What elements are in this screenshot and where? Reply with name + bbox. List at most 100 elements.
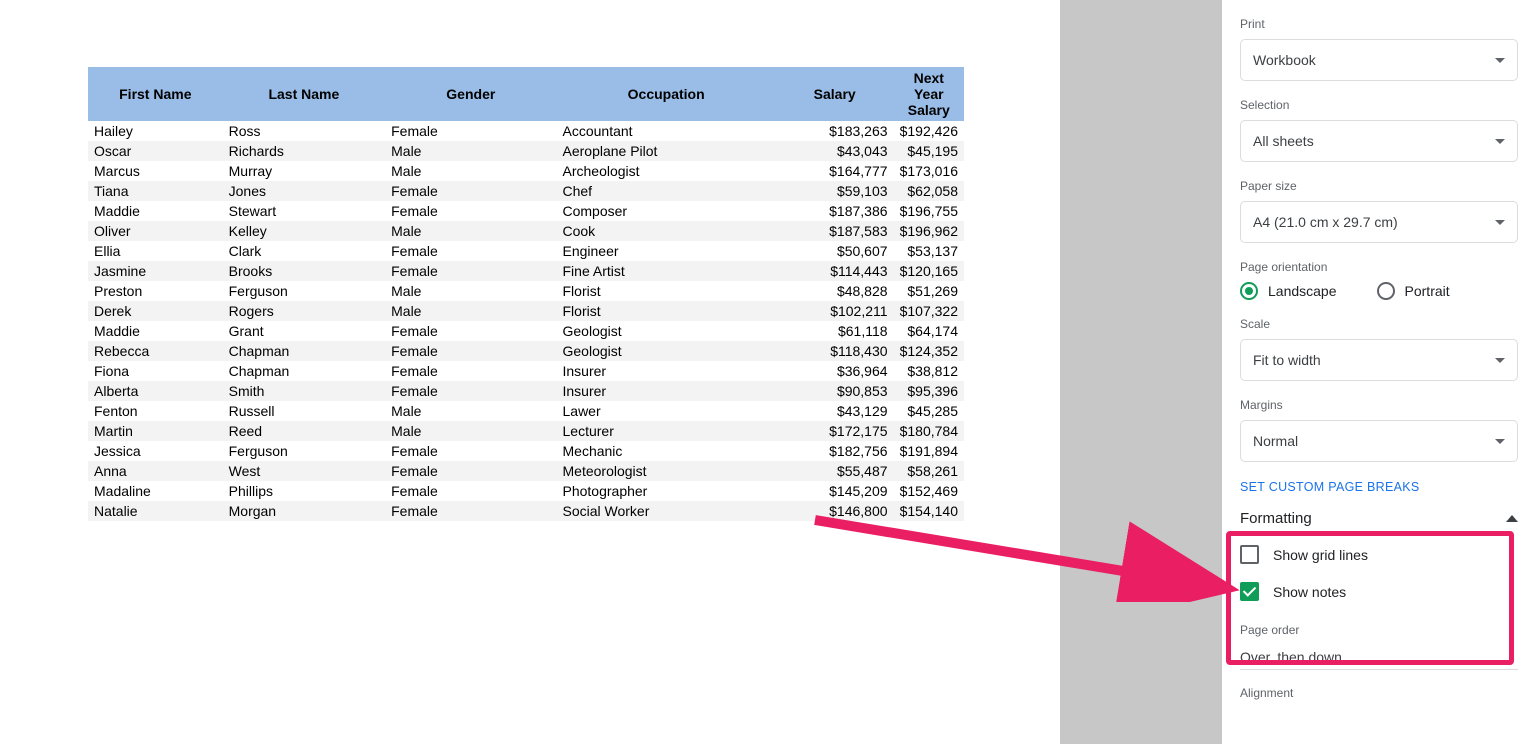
table-row: FionaChapmanFemaleInsurer$36,964$38,812 — [88, 361, 964, 381]
formatting-section-header[interactable]: Formatting — [1240, 510, 1518, 527]
table-cell: $53,137 — [894, 241, 964, 261]
table-cell: Grant — [223, 321, 386, 341]
radio-unchecked-icon — [1377, 282, 1395, 300]
orientation-portrait-radio[interactable]: Portrait — [1377, 282, 1450, 300]
table-cell: Rogers — [223, 301, 386, 321]
chevron-up-icon — [1506, 515, 1518, 522]
table-cell: Chapman — [223, 361, 386, 381]
alignment-label: Alignment — [1240, 686, 1518, 700]
table-cell: Geologist — [557, 321, 776, 341]
table-cell: Chef — [557, 181, 776, 201]
table-row: MaddieGrantFemaleGeologist$61,118$64,174 — [88, 321, 964, 341]
table-cell: Female — [385, 181, 556, 201]
table-cell: Derek — [88, 301, 223, 321]
table-cell: Phillips — [223, 481, 386, 501]
show-grid-lines-checkbox[interactable]: Show grid lines — [1240, 545, 1518, 564]
table-cell: Alberta — [88, 381, 223, 401]
table-row: MadalinePhillipsFemalePhotographer$145,2… — [88, 481, 964, 501]
margins-select[interactable]: Normal — [1240, 420, 1518, 462]
table-cell: Ross — [223, 121, 386, 141]
column-header: Occupation — [557, 67, 776, 121]
table-cell: Cook — [557, 221, 776, 241]
table-cell: Female — [385, 441, 556, 461]
table-cell: $64,174 — [894, 321, 964, 341]
table-cell: Male — [385, 141, 556, 161]
scale-value: Fit to width — [1253, 352, 1321, 368]
table-row: NatalieMorganFemaleSocial Worker$146,800… — [88, 501, 964, 521]
data-table: First NameLast NameGenderOccupationSalar… — [88, 67, 964, 521]
table-cell: Accountant — [557, 121, 776, 141]
table-cell: Female — [385, 201, 556, 221]
table-cell: Fine Artist — [557, 261, 776, 281]
dropdown-icon — [1495, 220, 1505, 225]
set-custom-page-breaks-link[interactable]: SET CUSTOM PAGE BREAKS — [1240, 480, 1518, 494]
table-cell: $45,285 — [894, 401, 964, 421]
margins-label: Margins — [1240, 398, 1518, 412]
radio-checked-icon — [1240, 282, 1258, 300]
table-cell: Female — [385, 241, 556, 261]
table-cell: Brooks — [223, 261, 386, 281]
table-cell: Female — [385, 481, 556, 501]
table-cell: Tiana — [88, 181, 223, 201]
table-cell: Female — [385, 361, 556, 381]
table-row: MartinReedMaleLecturer$172,175$180,784 — [88, 421, 964, 441]
orientation-landscape-radio[interactable]: Landscape — [1240, 282, 1337, 300]
table-cell: $114,443 — [776, 261, 894, 281]
table-cell: Oliver — [88, 221, 223, 241]
table-cell: Lawer — [557, 401, 776, 421]
table-cell: Murray — [223, 161, 386, 181]
table-cell: $36,964 — [776, 361, 894, 381]
table-cell: Male — [385, 421, 556, 441]
table-cell: Smith — [223, 381, 386, 401]
table-cell: $146,800 — [776, 501, 894, 521]
paper-size-select[interactable]: A4 (21.0 cm x 29.7 cm) — [1240, 201, 1518, 243]
table-row: AlbertaSmithFemaleInsurer$90,853$95,396 — [88, 381, 964, 401]
table-cell: $38,812 — [894, 361, 964, 381]
table-cell: $152,469 — [894, 481, 964, 501]
table-cell: $43,129 — [776, 401, 894, 421]
table-cell: $187,386 — [776, 201, 894, 221]
table-cell: Archeologist — [557, 161, 776, 181]
table-cell: Martin — [88, 421, 223, 441]
table-cell: Male — [385, 281, 556, 301]
show-notes-checkbox[interactable]: Show notes — [1240, 582, 1518, 601]
scale-select[interactable]: Fit to width — [1240, 339, 1518, 381]
table-cell: Clark — [223, 241, 386, 261]
table-cell: Male — [385, 221, 556, 241]
table-cell: Ellia — [88, 241, 223, 261]
table-cell: $55,487 — [776, 461, 894, 481]
table-cell: Female — [385, 121, 556, 141]
page-order-select[interactable]: Over, then down — [1240, 645, 1518, 670]
column-header: First Name — [88, 67, 223, 121]
table-cell: Social Worker — [557, 501, 776, 521]
table-cell: Maddie — [88, 321, 223, 341]
orientation-label: Page orientation — [1240, 260, 1518, 274]
table-cell: Oscar — [88, 141, 223, 161]
table-cell: Lecturer — [557, 421, 776, 441]
print-select[interactable]: Workbook — [1240, 39, 1518, 81]
table-row: ElliaClarkFemaleEngineer$50,607$53,137 — [88, 241, 964, 261]
table-cell: Florist — [557, 281, 776, 301]
dropdown-icon — [1495, 358, 1505, 363]
table-cell: Meteorologist — [557, 461, 776, 481]
scale-label: Scale — [1240, 317, 1518, 331]
table-cell: $118,430 — [776, 341, 894, 361]
table-cell: Chapman — [223, 341, 386, 361]
table-cell: Reed — [223, 421, 386, 441]
dropdown-icon — [1495, 439, 1505, 444]
table-cell: Anna — [88, 461, 223, 481]
table-cell: $120,165 — [894, 261, 964, 281]
table-cell: Jessica — [88, 441, 223, 461]
table-cell: Hailey — [88, 121, 223, 141]
table-row: HaileyRossFemaleAccountant$183,263$192,4… — [88, 121, 964, 141]
table-cell: $187,583 — [776, 221, 894, 241]
table-cell: Insurer — [557, 361, 776, 381]
table-cell: Female — [385, 321, 556, 341]
table-row: OliverKelleyMaleCook$187,583$196,962 — [88, 221, 964, 241]
table-cell: Ferguson — [223, 441, 386, 461]
table-cell: $58,261 — [894, 461, 964, 481]
table-row: TianaJonesFemaleChef$59,103$62,058 — [88, 181, 964, 201]
table-cell: $196,755 — [894, 201, 964, 221]
selection-select[interactable]: All sheets — [1240, 120, 1518, 162]
table-cell: $172,175 — [776, 421, 894, 441]
